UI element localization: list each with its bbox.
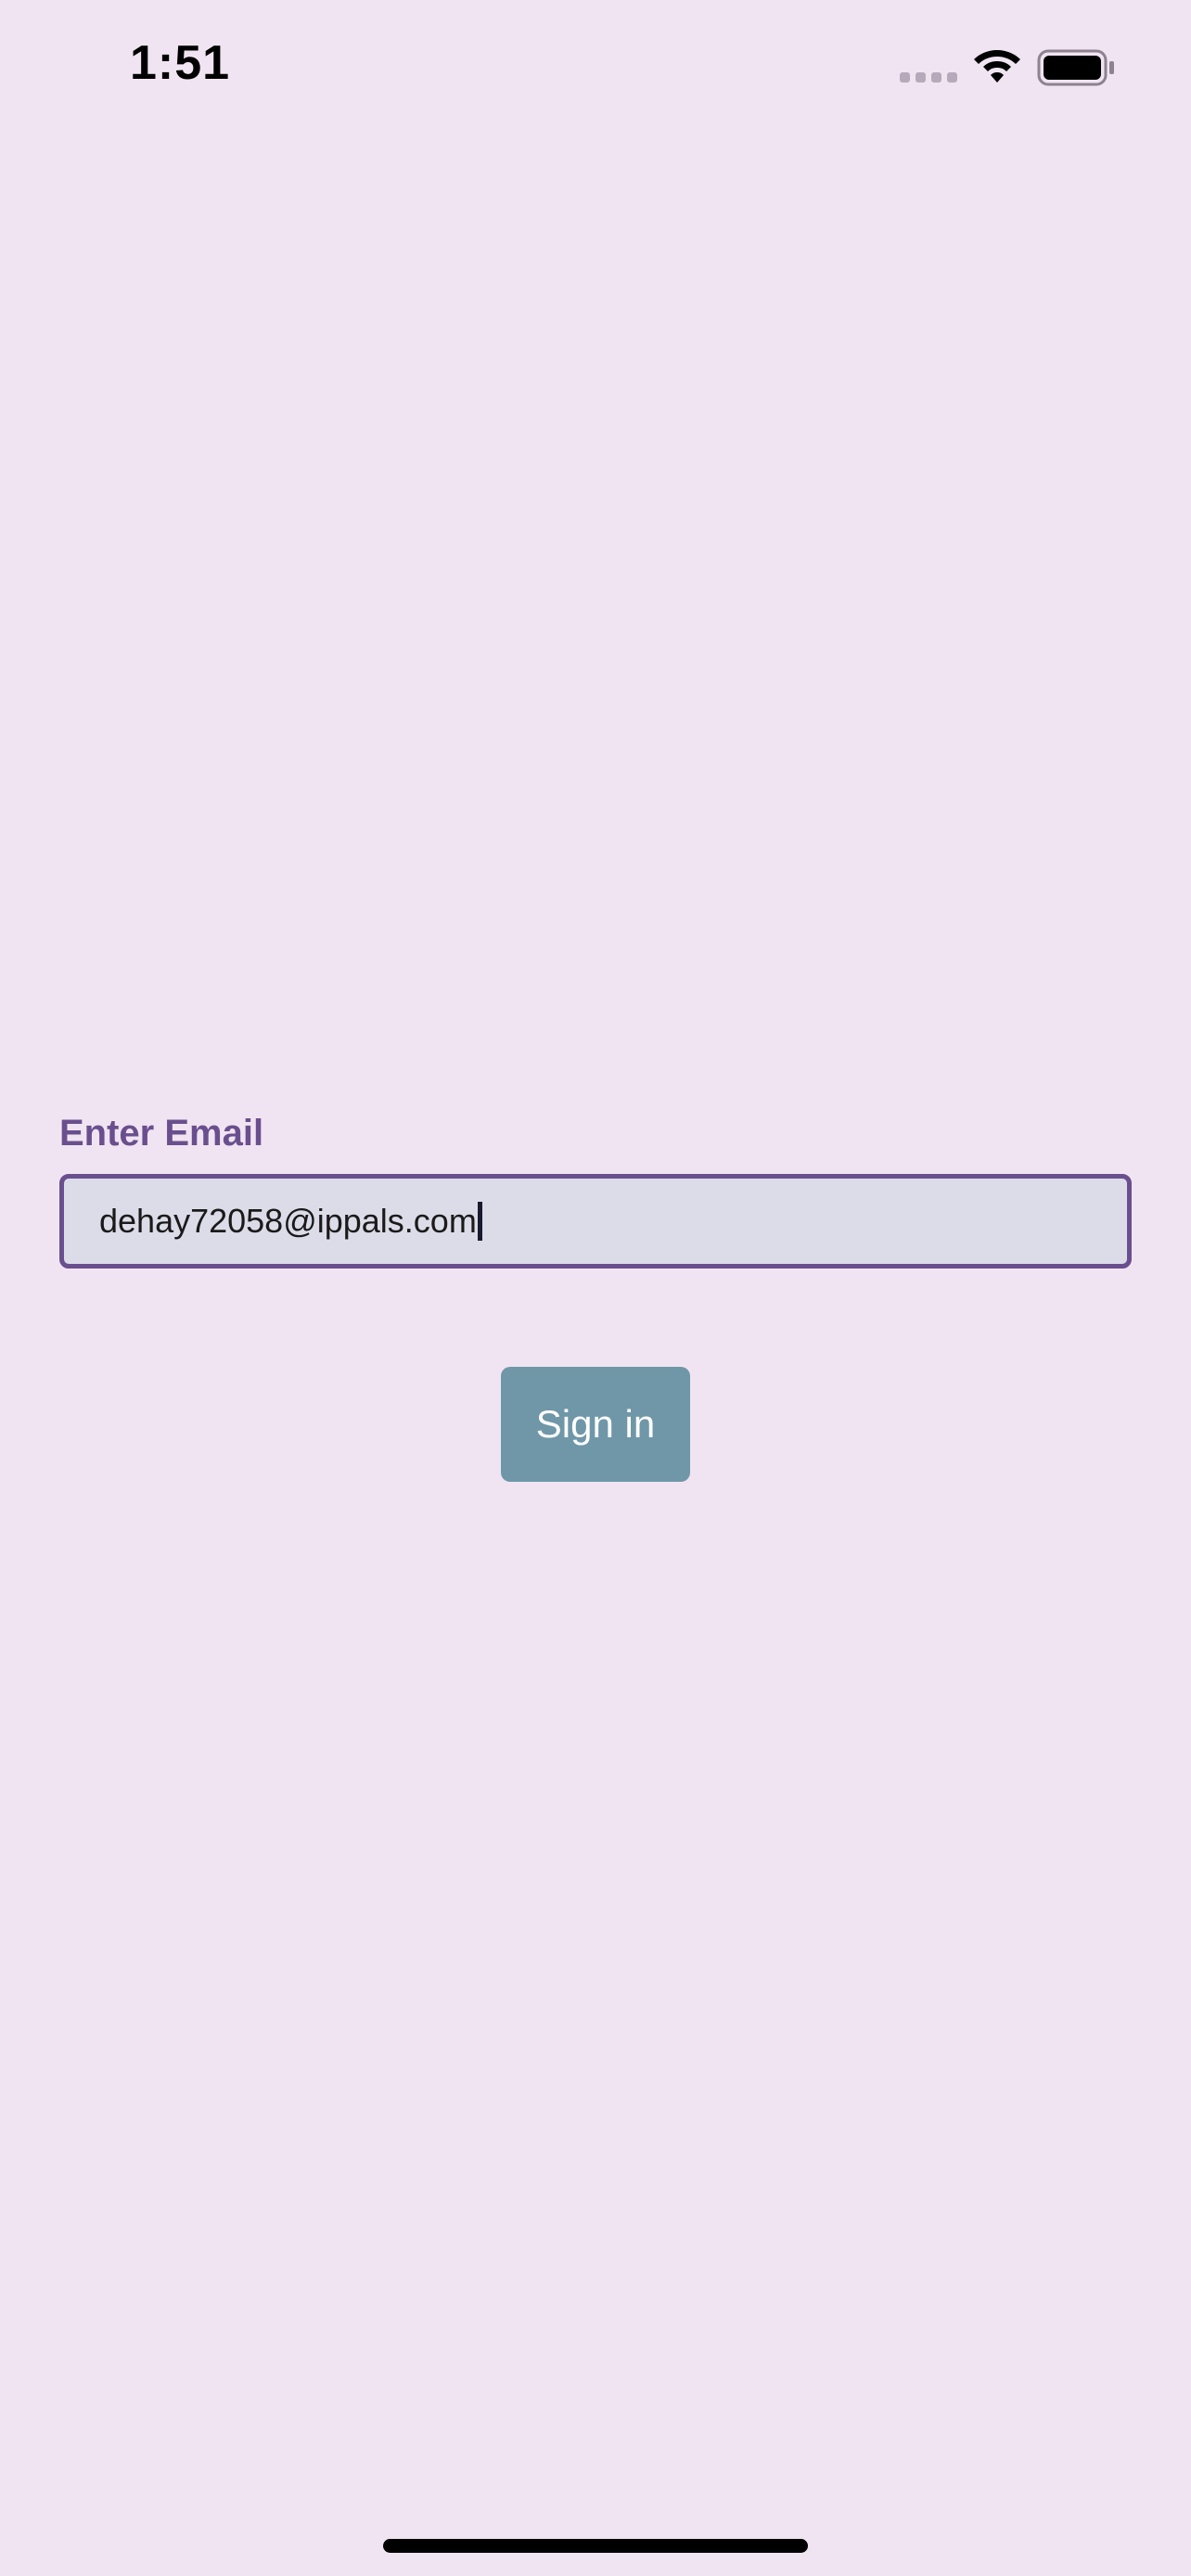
email-input-value: dehay72058@ippals.com [99,1202,477,1240]
battery-icon [1037,49,1114,86]
email-label: Enter Email [59,1113,264,1154]
text-cursor [477,1202,482,1241]
email-input[interactable]: dehay72058@ippals.com [59,1174,1132,1269]
sign-in-button[interactable]: Sign in [501,1367,690,1482]
status-bar: 1:51 [0,0,1191,139]
email-form: Enter Email dehay72058@ippals.com [59,1107,1132,1269]
status-time: 1:51 [130,36,231,90]
home-indicator[interactable] [383,2539,808,2553]
wifi-icon [974,50,1020,83]
cellular-signal-icon [900,72,957,83]
